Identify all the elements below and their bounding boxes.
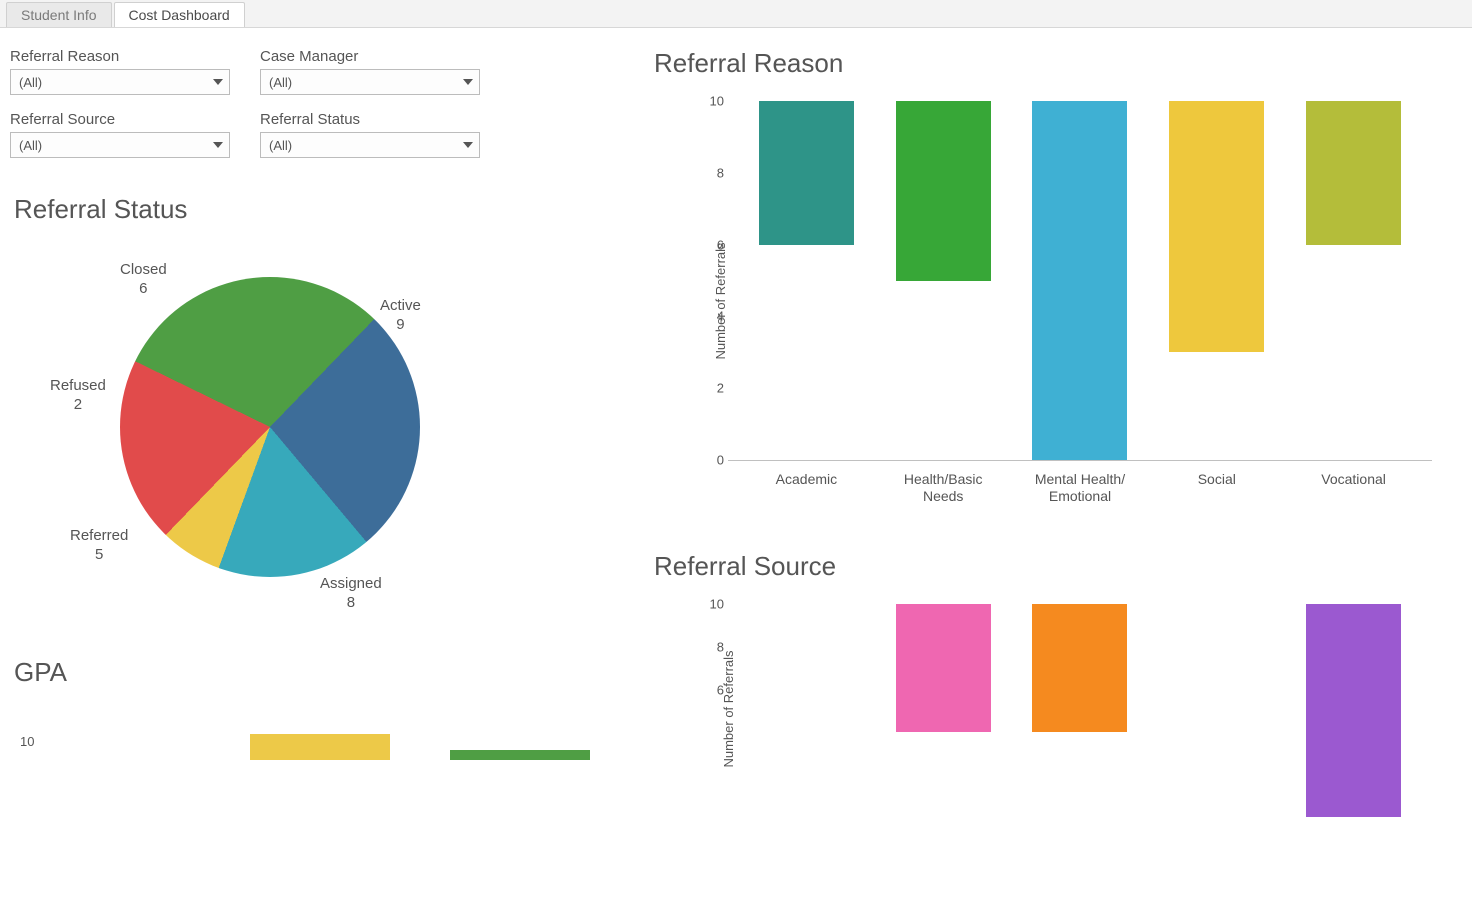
y-tick-label: 8 (698, 165, 724, 180)
y-axis-label: Number of Referrals (713, 242, 728, 359)
filter-label-case-manager: Case Manager (260, 48, 480, 65)
y-tick-label: 10 (698, 94, 724, 109)
filter-label-referral-reason: Referral Reason (10, 48, 230, 65)
x-tick-label: Mental Health/Emotional (1012, 465, 1149, 511)
chart-bar (1169, 101, 1264, 352)
tab-student-info[interactable]: Student Info (6, 2, 112, 27)
x-tick-label: Health/BasicNeeds (875, 465, 1012, 511)
bar-chart-referral-reason[interactable]: Number of Referrals 0 2 4 6 8 10 AcademicHeal… (690, 91, 1442, 511)
dropdown-case-manager[interactable]: (All) (260, 69, 480, 95)
chart-bar (250, 734, 390, 760)
x-tick-label: Vocational (1285, 465, 1422, 511)
dropdown-referral-reason[interactable]: (All) (10, 69, 230, 95)
y-tick-label: 6 (698, 237, 724, 252)
pie-chart-referral-status[interactable]: Active 9 Assigned 8 Referred 5 Refused 2… (10, 237, 490, 637)
tab-bar: Student Info Cost Dashboard (0, 0, 1472, 28)
pie-slice-value: 2 (74, 396, 82, 413)
dropdown-value: (All) (269, 138, 292, 153)
dropdown-value: (All) (19, 138, 42, 153)
y-tick-label: 10 (20, 734, 34, 749)
filter-label-referral-status: Referral Status (260, 111, 480, 128)
chevron-down-icon (463, 142, 473, 148)
chart-bar (759, 101, 854, 245)
chart-title-referral-reason: Referral Reason (654, 48, 1442, 79)
tab-cost-dashboard[interactable]: Cost Dashboard (114, 2, 245, 27)
chart-bar (450, 750, 590, 760)
chevron-down-icon (463, 79, 473, 85)
dropdown-referral-status[interactable]: (All) (260, 132, 480, 158)
pie-slice-label: Referred (70, 527, 128, 544)
chart-bar (1032, 604, 1127, 732)
y-tick-label: 8 (698, 639, 724, 654)
y-tick-label: 10 (698, 597, 724, 612)
dropdown-value: (All) (269, 75, 292, 90)
dropdown-referral-source[interactable]: (All) (10, 132, 230, 158)
x-tick-label: Academic (738, 465, 875, 511)
chevron-down-icon (213, 142, 223, 148)
pie-slice-label: Assigned (320, 575, 382, 592)
bar-chart-gpa[interactable]: 10 (10, 700, 610, 760)
pie-slice-label: Closed (120, 261, 167, 278)
chart-title-referral-status: Referral Status (14, 194, 610, 225)
pie-slice-label: Active (380, 297, 421, 314)
y-tick-label: 4 (698, 309, 724, 324)
bar-chart-referral-source[interactable]: Number of Referrals 6810 (690, 594, 1442, 824)
pie-slice-label: Refused (50, 377, 106, 394)
pie-slice-value: 6 (139, 280, 147, 297)
chart-bar (896, 604, 991, 732)
chart-title-referral-source: Referral Source (654, 551, 1442, 582)
x-tick-label: Social (1148, 465, 1285, 511)
filter-label-referral-source: Referral Source (10, 111, 230, 128)
chart-title-gpa: GPA (14, 657, 610, 688)
chevron-down-icon (213, 79, 223, 85)
chart-bar (1306, 101, 1401, 245)
y-tick-label: 6 (698, 682, 724, 697)
chart-bar (896, 101, 991, 281)
y-tick-label: 2 (698, 381, 724, 396)
pie-slice-value: 9 (396, 316, 404, 333)
pie-slice-value: 8 (347, 594, 355, 611)
chart-bar (1032, 101, 1127, 460)
y-tick-label: 0 (698, 453, 724, 468)
chart-bar (1306, 604, 1401, 817)
dropdown-value: (All) (19, 75, 42, 90)
pie-slice-value: 5 (95, 546, 103, 563)
